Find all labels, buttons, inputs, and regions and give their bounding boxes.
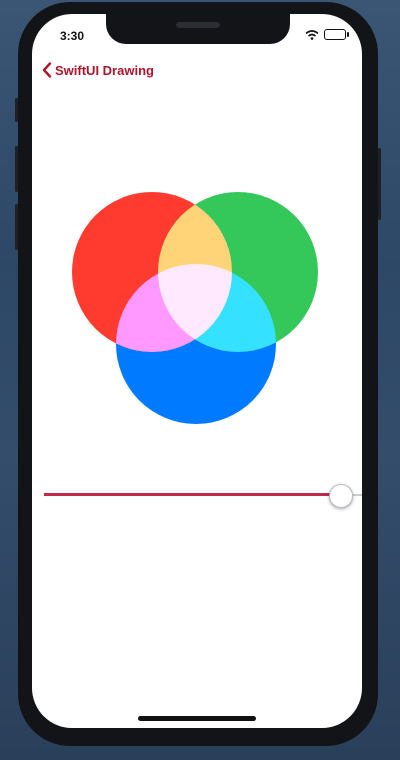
- blur-slider[interactable]: [44, 484, 362, 508]
- speaker-grille: [176, 22, 220, 28]
- status-icons: [305, 29, 349, 40]
- chevron-left-icon: [42, 62, 52, 78]
- notch: [106, 14, 290, 44]
- back-button[interactable]: SwiftUI Drawing: [42, 62, 154, 78]
- battery-icon: [324, 29, 349, 40]
- slider-fill: [44, 493, 340, 496]
- app-screen: 3:30 SwiftUI Drawing: [32, 14, 362, 728]
- mute-switch: [15, 98, 18, 122]
- home-indicator: [138, 716, 256, 721]
- wifi-icon: [305, 29, 319, 40]
- blue-circle: [116, 264, 276, 424]
- volume-down-button: [15, 204, 18, 250]
- status-time: 3:30: [60, 29, 85, 43]
- volume-up-button: [15, 146, 18, 192]
- back-button-label: SwiftUI Drawing: [55, 62, 154, 78]
- power-button: [378, 148, 381, 220]
- venn-diagram: [72, 192, 318, 424]
- slider-thumb[interactable]: [328, 484, 353, 508]
